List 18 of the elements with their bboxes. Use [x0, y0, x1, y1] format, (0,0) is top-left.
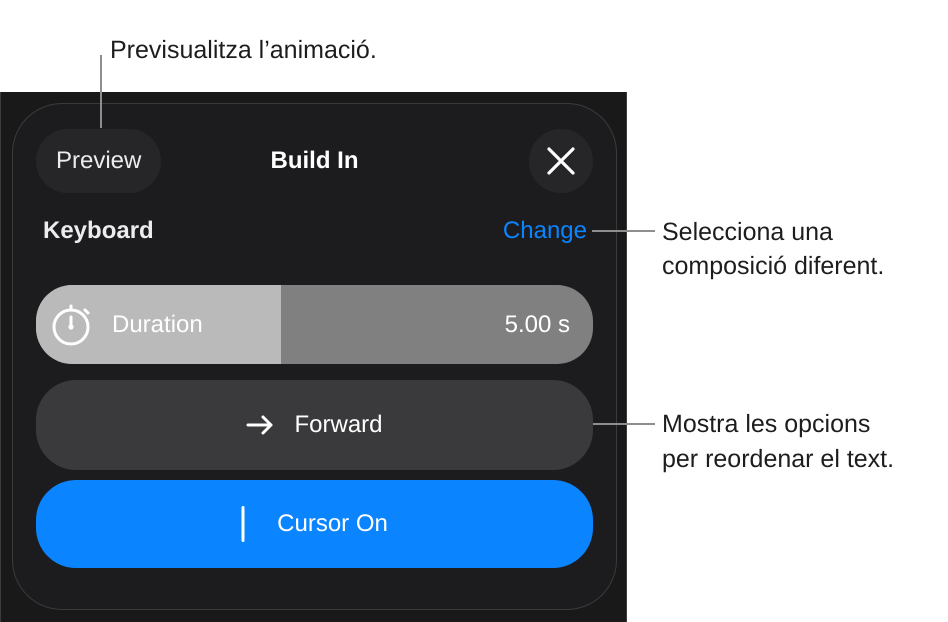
duration-label: Duration — [112, 310, 203, 338]
effect-name: Keyboard — [43, 217, 154, 245]
close-icon — [547, 147, 575, 175]
text-cursor-icon — [241, 506, 246, 542]
callout-text: Previsualitza l’animació. — [110, 35, 377, 65]
duration-slider[interactable]: Duration 5.00 s — [36, 285, 593, 364]
leader-line — [592, 230, 655, 232]
panel-title: Build In — [270, 147, 358, 175]
callout-text: Mostra les opcions per reordenar el text. — [662, 409, 896, 475]
change-link[interactable]: Change — [502, 217, 587, 245]
cursor-button[interactable]: Cursor On — [36, 480, 593, 568]
preview-button[interactable]: Preview — [36, 129, 162, 193]
leader-line — [593, 423, 655, 425]
direction-button[interactable]: Forward — [36, 380, 593, 470]
arrow-right-icon — [246, 415, 274, 435]
stopwatch-icon — [52, 304, 92, 346]
duration-value: 5.00 s — [504, 310, 570, 338]
callout-text: Selecciona una composició diferent. — [662, 217, 886, 282]
